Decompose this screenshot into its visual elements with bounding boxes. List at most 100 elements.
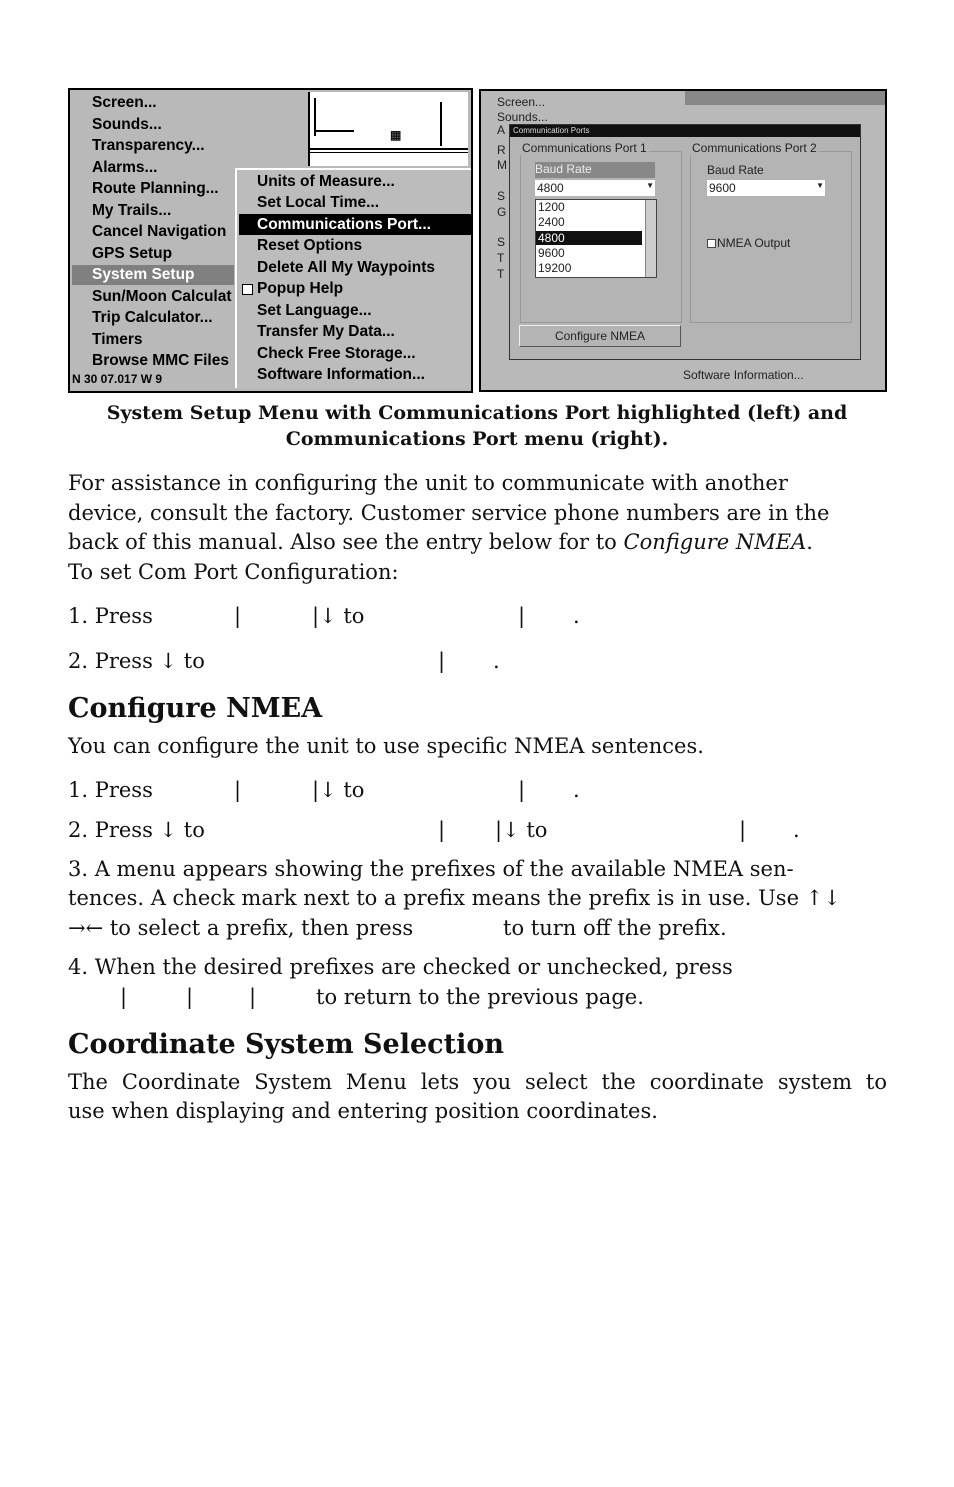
step-text: →← to select a prefix, then press <box>68 916 414 940</box>
paragraph-line: use when displaying and entering positio… <box>68 1099 658 1123</box>
step-separator: | <box>438 649 446 673</box>
port1-baud-list[interactable]: 1200 2400 4800 9600 19200 <box>535 199 657 278</box>
nmea-output-label: NMEA Output <box>717 236 791 250</box>
bg-letter: G <box>497 205 507 219</box>
menu-item[interactable]: Browse MMC Files <box>92 352 229 370</box>
submenu-item[interactable]: Reset Options <box>257 237 362 255</box>
baud-option[interactable]: 9600 <box>538 246 565 260</box>
paragraph-line: For assistance in configuring the unit t… <box>68 471 788 495</box>
submenu-item[interactable]: Transfer My Data... <box>257 323 395 341</box>
port1-title: Communications Port 1 <box>520 141 649 155</box>
menu-item-system-setup[interactable]: System Setup <box>92 266 195 284</box>
submenu-item[interactable]: Delete All My Waypoints <box>257 259 435 277</box>
baud-option-selected[interactable]: 4800 <box>536 231 642 245</box>
step-separator: | <box>234 604 242 628</box>
menu-item[interactable]: My Trails... <box>92 202 171 220</box>
communications-port-screenshot: Screen... Sounds... A R M S G S T T Soft… <box>479 89 887 392</box>
baud-option[interactable]: 2400 <box>538 215 565 229</box>
menu-item[interactable]: Transparency... <box>92 137 205 155</box>
bg-letter: A <box>497 123 506 137</box>
poi-icon: ▦ <box>390 128 402 142</box>
menu-item[interactable]: Timers <box>92 331 143 349</box>
bg-letter: S <box>497 189 506 203</box>
menu-item[interactable]: Alarms... <box>92 159 157 177</box>
step-text: tences. A check mark next to a prefix me… <box>68 886 841 910</box>
paragraph-line: device, consult the factory. Customer se… <box>68 501 830 525</box>
step-separator: | <box>739 818 747 842</box>
selected-value: 4800 <box>537 181 564 195</box>
submenu-item[interactable]: Units of Measure... <box>257 173 395 191</box>
step-text: . <box>793 818 800 842</box>
step-text: |↓ to <box>312 604 365 628</box>
submenu-item[interactable]: Software Information... <box>257 366 425 384</box>
submenu-item-communications-port[interactable]: Communications Port... <box>239 214 471 235</box>
step-separator: | <box>518 778 526 802</box>
bg-menu-item: Software Information... <box>683 368 804 382</box>
submenu-item[interactable]: Check Free Storage... <box>257 345 416 363</box>
status-bar: N 30 07.017 W 9 <box>72 372 163 386</box>
paragraph-line: back of this manual. Also see the entry … <box>68 530 813 554</box>
step-text: . <box>573 604 580 628</box>
port2-title: Communications Port 2 <box>690 141 819 155</box>
submenu-item[interactable]: Set Language... <box>257 302 372 320</box>
paragraph-line: To set Com Port Configuration: <box>68 560 399 584</box>
step-text: . <box>573 778 580 802</box>
port1-baud-label: Baud Rate <box>535 162 655 178</box>
list-scrollbar[interactable] <box>645 200 656 277</box>
bg-menu-item: Sounds... <box>497 110 548 124</box>
step-text: 1. Press <box>68 778 153 802</box>
step-text: 4. When the desired prefixes are checked… <box>68 955 733 979</box>
step-separator: | <box>438 818 446 842</box>
menu-item[interactable]: Sun/Moon Calculat <box>92 288 232 306</box>
section-heading-coordinate-system: Coordinate System Selection <box>68 1029 504 1060</box>
step-text: . <box>493 649 500 673</box>
submenu-item[interactable]: Popup Help <box>257 280 343 298</box>
baud-option[interactable]: 1200 <box>538 200 565 214</box>
bg-letter: M <box>497 158 507 172</box>
dropdown-arrow-icon[interactable]: ▼ <box>646 181 654 190</box>
figure-caption: Communications Port menu (right). <box>285 428 669 450</box>
popup-help-checkbox[interactable] <box>242 284 253 295</box>
step-text: 2. Press ↓ to <box>68 649 205 673</box>
port2-baud-select[interactable]: 9600 ▼ <box>707 180 825 196</box>
configure-nmea-reference: Configure NMEA <box>623 530 807 554</box>
menu-item[interactable]: GPS Setup <box>92 245 172 263</box>
step-text: 2. Press ↓ to <box>68 818 205 842</box>
menu-item[interactable]: Trip Calculator... <box>92 309 213 327</box>
step-separator: | <box>186 985 194 1009</box>
nmea-output-checkbox[interactable] <box>707 239 716 248</box>
dropdown-arrow-icon[interactable]: ▼ <box>816 181 824 190</box>
map-area: ▦ <box>308 92 468 166</box>
bg-menu-item: Screen... <box>497 95 546 109</box>
paragraph-line: The Coordinate System Menu lets you sele… <box>68 1070 887 1094</box>
menu-item[interactable]: Route Planning... <box>92 180 219 198</box>
dialog-title-bar: Communication Ports <box>510 125 860 137</box>
step-text: 3. A menu appears showing the prefixes o… <box>68 857 794 881</box>
menu-item[interactable]: Cancel Navigation <box>92 223 226 241</box>
menu-item[interactable]: Sounds... <box>92 116 162 134</box>
step-text: to turn off the prefix. <box>503 916 727 940</box>
figure-caption: System Setup Menu with Communications Po… <box>106 402 848 424</box>
step-text: 1. Press <box>68 604 153 628</box>
communication-ports-dialog: Communication Ports Communications Port … <box>509 124 861 360</box>
system-setup-screenshot: ▦ Screen... Sounds... Transparency... Al… <box>68 88 473 393</box>
baud-option[interactable]: 19200 <box>538 261 571 275</box>
configure-nmea-button[interactable]: Configure NMEA <box>519 325 681 347</box>
bg-letter: T <box>497 251 505 265</box>
step-text: |↓ to <box>495 818 548 842</box>
bg-letter: S <box>497 235 506 249</box>
step-separator: | <box>249 985 257 1009</box>
configure-nmea-label: Configure NMEA <box>554 329 646 343</box>
step-separator: | <box>518 604 526 628</box>
submenu: Units of Measure... Set Local Time... Co… <box>235 168 471 388</box>
step-text: to return to the previous page. <box>316 985 644 1009</box>
paragraph-line: You can configure the unit to use specif… <box>68 734 704 758</box>
step-text: |↓ to <box>312 778 365 802</box>
selected-value: 9600 <box>709 181 736 195</box>
port2-baud-label: Baud Rate <box>707 163 764 177</box>
port1-baud-select[interactable]: 4800 ▼ <box>535 180 655 196</box>
menu-item[interactable]: Screen... <box>92 94 157 112</box>
submenu-item[interactable]: Set Local Time... <box>257 194 379 212</box>
section-heading-configure-nmea: Configure NMEA <box>68 693 323 724</box>
step-separator: | <box>234 778 242 802</box>
